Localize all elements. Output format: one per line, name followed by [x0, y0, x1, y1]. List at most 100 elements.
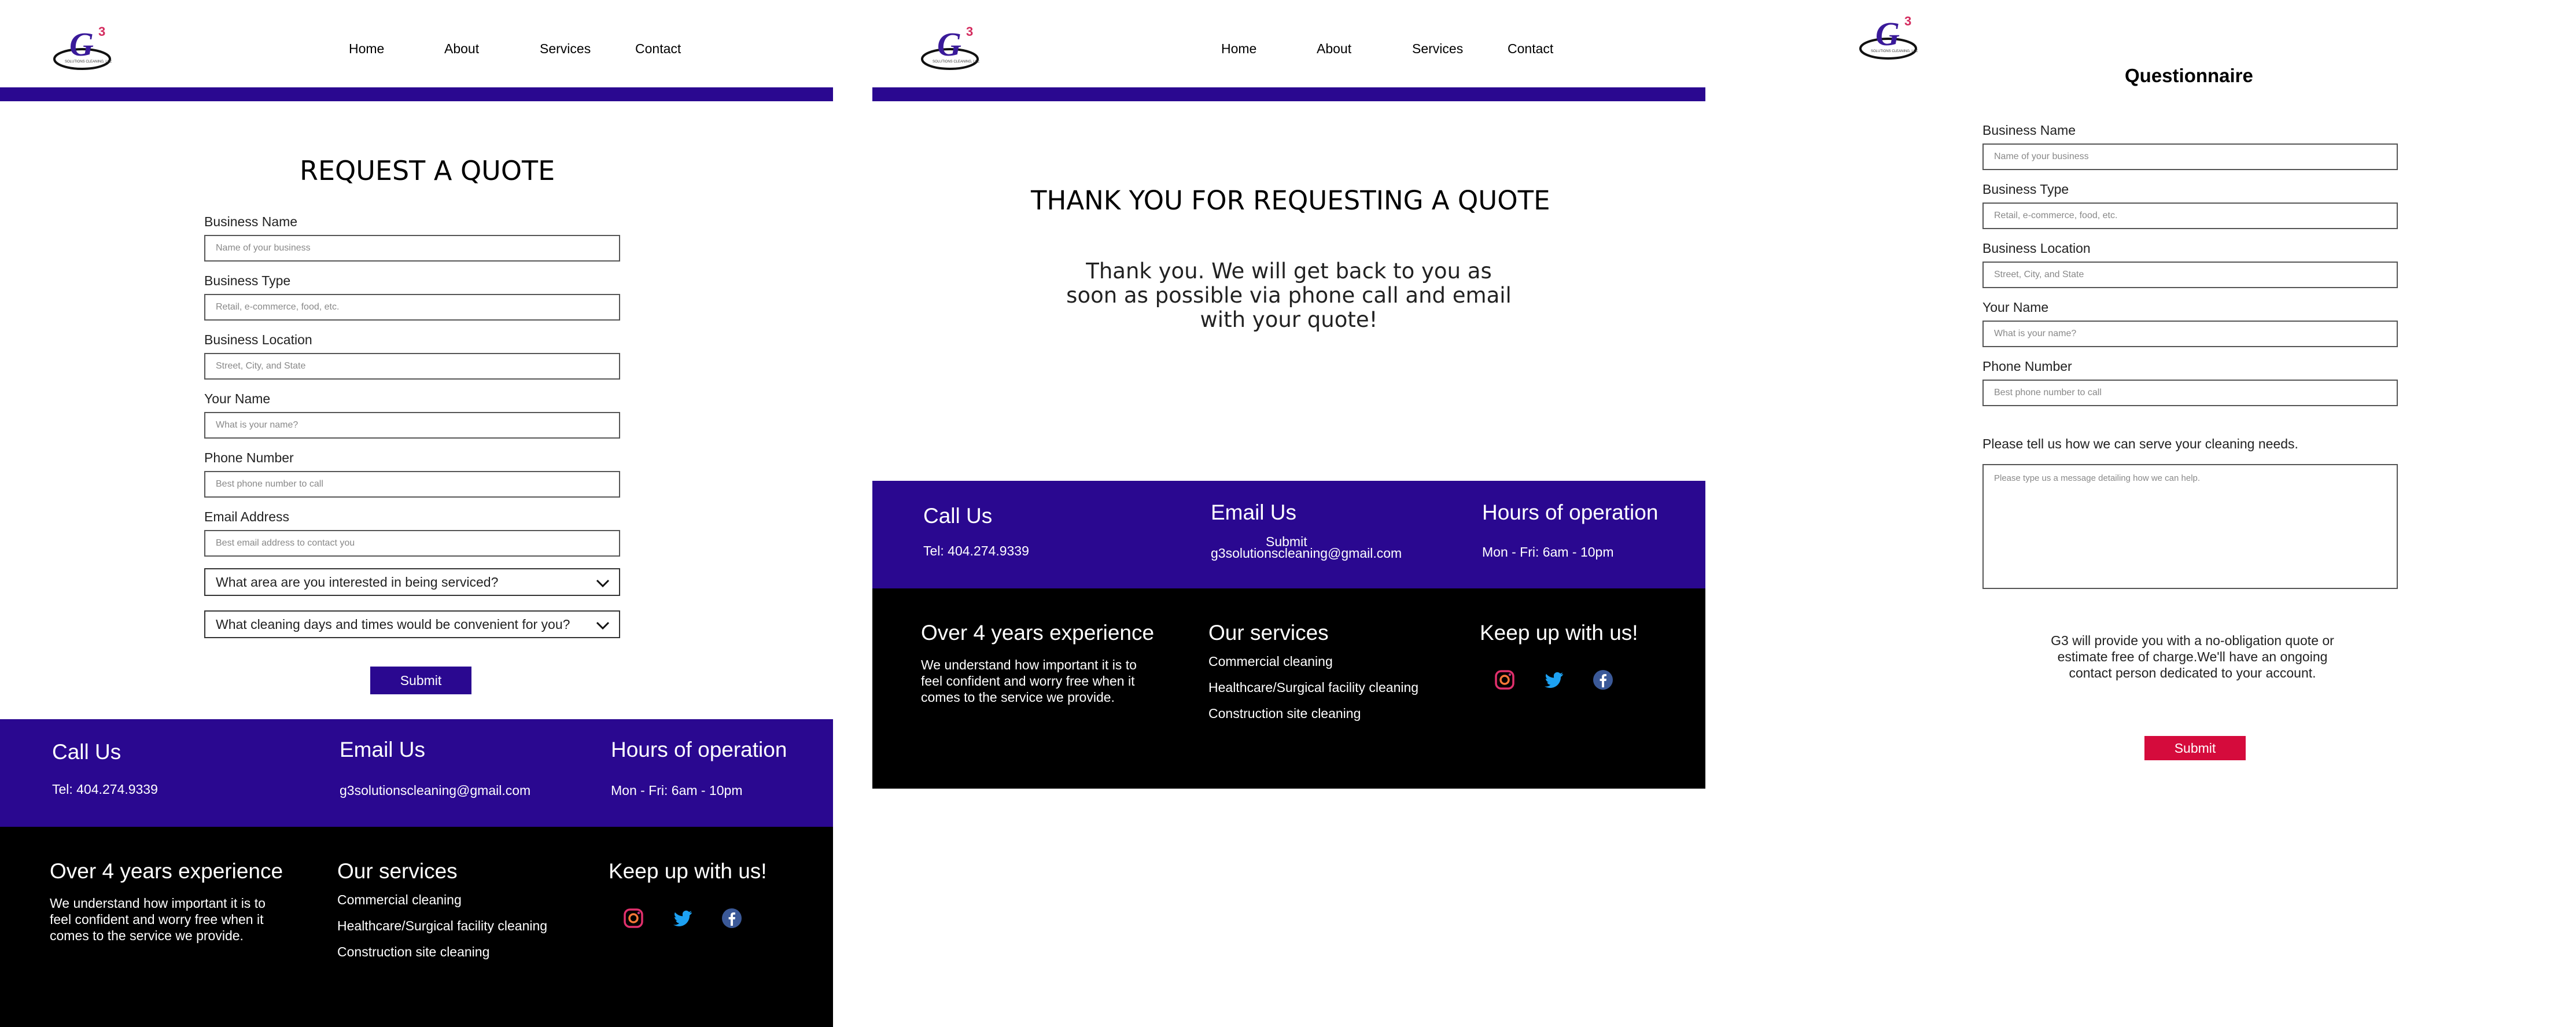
business-type-label: Business Type — [1982, 182, 2069, 197]
service-item[interactable]: Healthcare/Surgical facility cleaning — [337, 913, 547, 939]
email-us-title: Email Us — [1211, 500, 1297, 524]
nav-contact[interactable]: Contact — [635, 41, 681, 57]
svg-text:SOLUTIONS CLEANING, LLC: SOLUTIONS CLEANING, LLC — [933, 60, 980, 64]
email-address-text[interactable]: g3solutionscleaning@gmail.com — [340, 783, 530, 798]
svg-text:G: G — [937, 25, 961, 63]
message-textarea[interactable]: Please type us a message detailing how w… — [1982, 464, 2398, 589]
company-logo[interactable]: G 3 SOLUTIONS CLEANING, LLC — [52, 22, 121, 77]
footer-contact-band: Call Us Tel: 404.274.9339 Email Us g3sol… — [0, 719, 833, 827]
schedule-value: What cleaning days and times would be co… — [216, 616, 570, 632]
facebook-icon[interactable] — [720, 907, 743, 930]
nav-about[interactable]: About — [1317, 41, 1351, 57]
experience-text: We understand how important it is to fee… — [50, 896, 266, 943]
services-title: Our services — [1208, 621, 1329, 645]
chevron-down-icon — [596, 621, 610, 630]
social-title: Keep up with us! — [1480, 621, 1638, 645]
phone-number-text[interactable]: Tel: 404.274.9339 — [923, 543, 1029, 559]
svg-text:G: G — [69, 25, 94, 63]
services-title: Our services — [337, 859, 458, 883]
service-item[interactable]: Commercial cleaning — [1208, 649, 1418, 675]
business-location-input[interactable]: Street, City, and State — [204, 353, 620, 380]
twitter-icon[interactable] — [671, 907, 694, 930]
business-type-label: Business Type — [204, 273, 291, 288]
thank-you-title: THANK YOU FOR REQUESTING A QUOTE — [1031, 185, 1550, 216]
your-name-input[interactable]: What is your name? — [1982, 321, 2398, 347]
nav-home[interactable]: Home — [1221, 41, 1256, 57]
business-name-label: Business Name — [204, 214, 298, 229]
page-title: REQUEST A QUOTE — [300, 155, 555, 186]
business-location-label: Business Location — [204, 332, 312, 347]
svg-text:G: G — [1875, 15, 1900, 53]
svg-text:SOLUTIONS CLEANING, LLC: SOLUTIONS CLEANING, LLC — [65, 60, 112, 64]
business-location-input[interactable]: Street, City, and State — [1982, 262, 2398, 288]
nav-home[interactable]: Home — [349, 41, 384, 57]
hours-text: Mon - Fri: 6am - 10pm — [1482, 544, 1614, 559]
service-item[interactable]: Construction site cleaning — [1208, 701, 1418, 727]
business-name-input[interactable]: Name of your business — [1982, 143, 2398, 170]
experience-title: Over 4 years experience — [50, 859, 283, 883]
chevron-down-icon — [596, 579, 610, 588]
facebook-icon[interactable] — [1591, 668, 1615, 691]
nav-services[interactable]: Services — [540, 41, 591, 57]
header-divider-bar — [872, 87, 1705, 101]
hours-title: Hours of operation — [611, 738, 787, 761]
experience-title: Over 4 years experience — [921, 621, 1155, 645]
logo-mark: G 3 SOLUTIONS CLEANING, LLC — [1859, 14, 1918, 60]
request-quote-page: G 3 SOLUTIONS CLEANING, LLC Home About S… — [0, 0, 833, 1027]
phone-number-text[interactable]: Tel: 404.274.9339 — [52, 782, 158, 797]
email-address-label: Email Address — [204, 509, 290, 524]
email-address-text[interactable]: g3solutionscleaning@gmail.com — [1211, 546, 1402, 561]
logo-mark: G 3 SOLUTIONS CLEANING, LLC — [921, 24, 980, 70]
social-title: Keep up with us! — [609, 859, 767, 883]
services-list: Commercial cleaning Healthcare/Surgical … — [1208, 649, 1418, 727]
call-us-title: Call Us — [923, 504, 993, 528]
business-type-input[interactable]: Retail, e-commerce, food, etc. — [1982, 203, 2398, 229]
quote-info-note: G3 will provide you with a no-obligation… — [2051, 633, 2334, 680]
twitter-icon[interactable] — [1542, 668, 1565, 691]
service-item[interactable]: Healthcare/Surgical facility cleaning — [1208, 675, 1418, 701]
company-logo[interactable]: G 3 SOLUTIONS CLEANING, LLC — [920, 22, 989, 77]
submit-button[interactable]: Submit — [370, 667, 471, 694]
nav-contact[interactable]: Contact — [1508, 41, 1553, 57]
service-item[interactable]: Construction site cleaning — [337, 939, 547, 965]
service-area-select[interactable]: What area are you interested in being se… — [204, 568, 620, 596]
hours-title: Hours of operation — [1482, 500, 1659, 524]
svg-text:SOLUTIONS CLEANING, LLC: SOLUTIONS CLEANING, LLC — [1871, 50, 1918, 53]
your-name-label: Your Name — [1982, 300, 2049, 315]
svg-text:3: 3 — [98, 24, 105, 39]
thank-you-message: Thank you. We will get back to you as so… — [1066, 259, 1512, 332]
instagram-icon[interactable] — [1493, 668, 1516, 691]
email-address-input[interactable]: Best email address to contact you — [204, 530, 620, 557]
service-area-value: What area are you interested in being se… — [216, 574, 499, 590]
footer-info-band: Over 4 years experience We understand ho… — [872, 588, 1705, 789]
nav-about[interactable]: About — [444, 41, 479, 57]
message-label: Please tell us how we can serve your cle… — [1982, 436, 2298, 451]
svg-text:3: 3 — [966, 24, 973, 39]
schedule-select[interactable]: What cleaning days and times would be co… — [204, 610, 620, 638]
experience-text: We understand how important it is to fee… — [921, 657, 1137, 705]
phone-number-label: Phone Number — [204, 450, 294, 465]
your-name-label: Your Name — [204, 391, 271, 406]
business-type-input[interactable]: Retail, e-commerce, food, etc. — [204, 294, 620, 321]
business-name-input[interactable]: Name of your business — [204, 235, 620, 262]
footer-contact-band: Call Us Tel: 404.274.9339 Email Us Submi… — [872, 481, 1705, 588]
header-divider-bar — [0, 87, 833, 101]
questionnaire-title: Questionnaire — [2125, 65, 2253, 86]
footer-info-band: Over 4 years experience We understand ho… — [0, 827, 833, 1027]
instagram-icon[interactable] — [622, 907, 645, 930]
business-name-label: Business Name — [1982, 123, 2076, 138]
phone-number-input[interactable]: Best phone number to call — [204, 471, 620, 498]
phone-number-input[interactable]: Best phone number to call — [1982, 380, 2398, 406]
logo-mark: G 3 SOLUTIONS CLEANING, LLC — [53, 24, 112, 70]
your-name-input[interactable]: What is your name? — [204, 412, 620, 439]
service-item[interactable]: Commercial cleaning — [337, 887, 547, 913]
call-us-title: Call Us — [52, 740, 121, 764]
business-location-label: Business Location — [1982, 241, 2091, 256]
svg-text:3: 3 — [1904, 14, 1911, 28]
hours-text: Mon - Fri: 6am - 10pm — [611, 783, 743, 798]
phone-number-label: Phone Number — [1982, 359, 2072, 374]
company-logo[interactable]: G 3 SOLUTIONS CLEANING, LLC — [1858, 12, 1928, 67]
submit-button[interactable]: Submit — [2144, 736, 2246, 760]
services-list: Commercial cleaning Healthcare/Surgical … — [337, 887, 547, 965]
nav-services[interactable]: Services — [1412, 41, 1463, 57]
